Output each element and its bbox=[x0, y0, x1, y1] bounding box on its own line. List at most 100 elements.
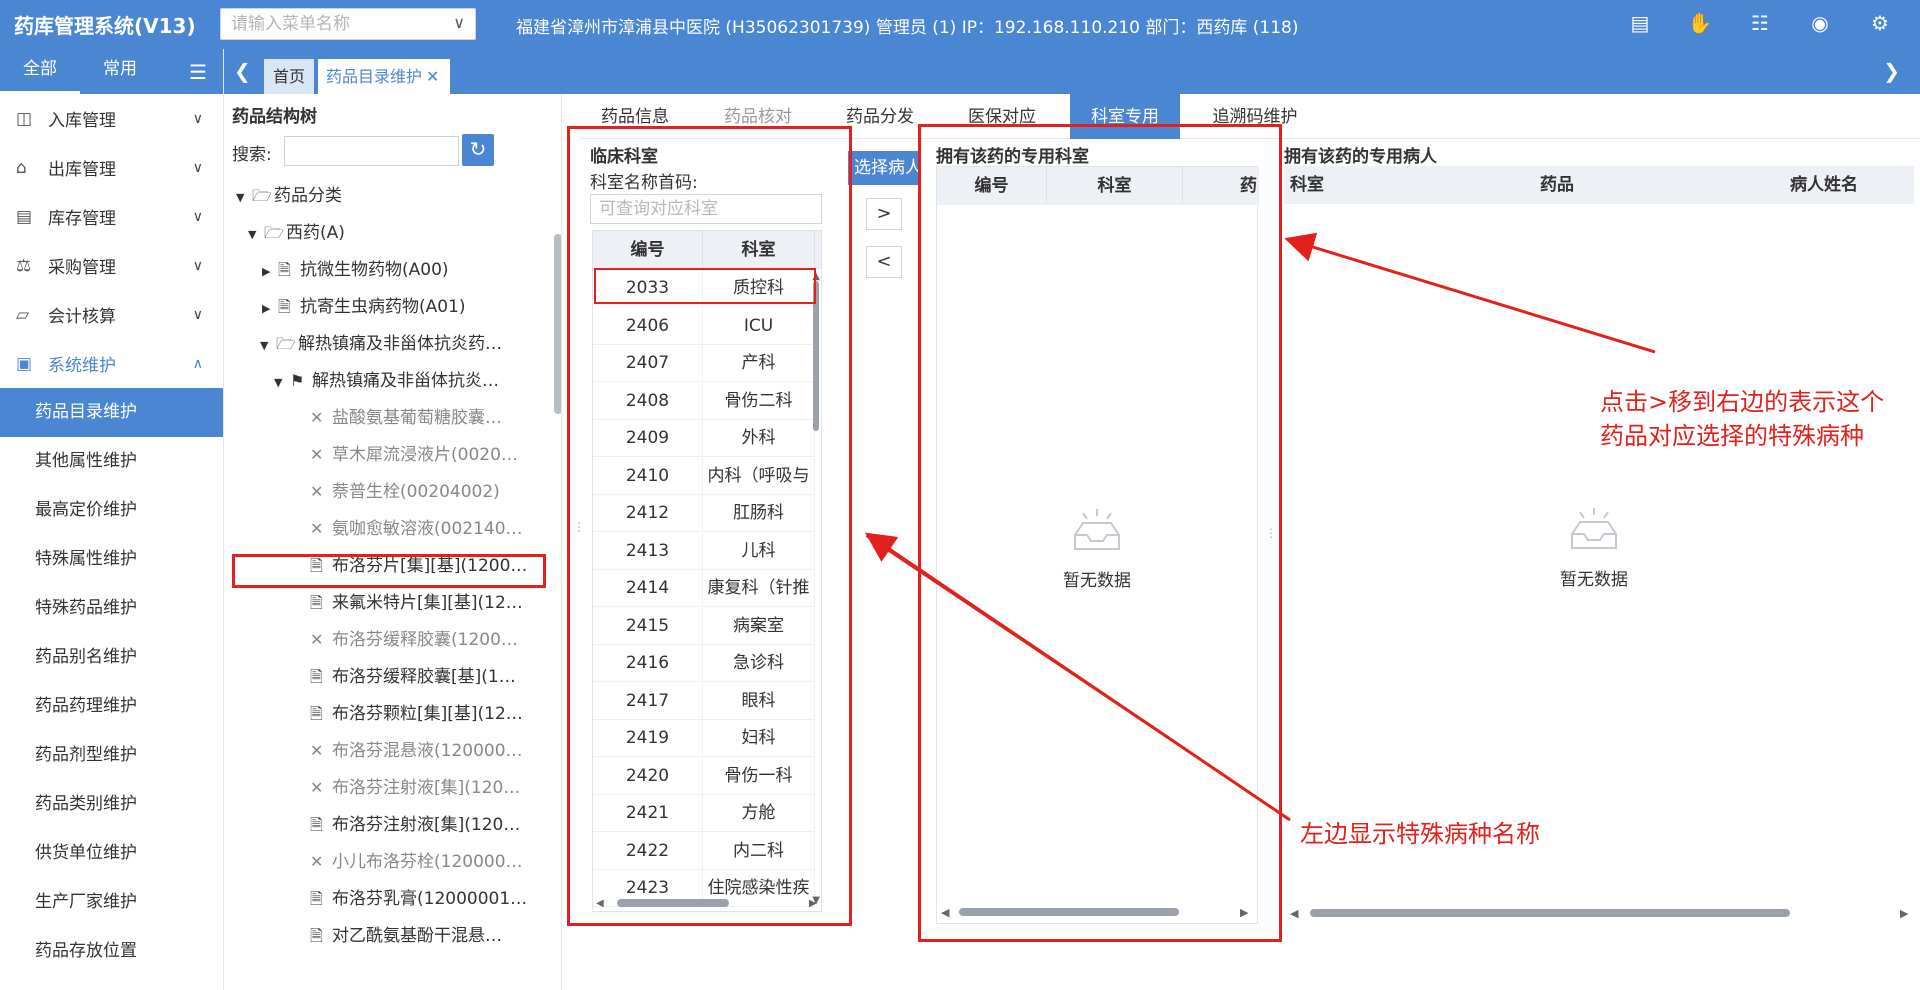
sidebar-group-system[interactable]: ▣ 系统维护 ∧ bbox=[0, 339, 223, 388]
table-header: 科室 药品 病人姓名 bbox=[1284, 166, 1914, 204]
tab-drug-catalog[interactable]: 药品目录维护 ✕ bbox=[318, 59, 450, 94]
sidebar-item-drug-alias[interactable]: 药品别名维护 bbox=[0, 633, 223, 682]
scroll-thumb[interactable] bbox=[554, 234, 561, 414]
chevron-down-icon[interactable]: ∨ bbox=[453, 13, 465, 32]
sidebar-item-max-price[interactable]: 最高定价维护 bbox=[0, 486, 223, 535]
sidebar: 全部 常用 ☰ ◫ 入库管理 ∨ ⌂ 出库管理 ∨ ▤ 库存管理 ∨ ⚖ 采购管… bbox=[0, 49, 224, 990]
close-icon[interactable]: ✕ bbox=[426, 67, 439, 86]
gear-icon[interactable]: ⚙ bbox=[1850, 11, 1910, 35]
file-icon: 🗎 bbox=[310, 667, 323, 686]
sidebar-item-special-attrs[interactable]: 特殊属性维护 bbox=[0, 535, 223, 584]
annotation-line: 点击>移到右边的表示这个 bbox=[1600, 388, 1885, 416]
empty-state: 暂无数据 bbox=[1534, 506, 1654, 590]
caret-right-icon[interactable]: ▶ bbox=[262, 254, 278, 290]
caret-down-icon[interactable]: ▼ bbox=[260, 328, 276, 364]
sidebar-item-pharmacology[interactable]: 药品药理维护 bbox=[0, 682, 223, 731]
sidebar-group-inbound[interactable]: ◫ 入库管理 ∨ bbox=[0, 94, 223, 143]
sidebar-group-inventory[interactable]: ▤ 库存管理 ∨ bbox=[0, 192, 223, 241]
column-header-dept[interactable]: 科室 bbox=[1290, 166, 1490, 204]
menu-search-input[interactable] bbox=[221, 9, 441, 39]
sidebar-item-drug-catalog[interactable]: 药品目录维护 bbox=[0, 388, 223, 437]
tree-node[interactable]: ✕ 草木犀流浸液片(0020… bbox=[310, 437, 518, 473]
cashier-icon[interactable]: ▤ bbox=[1610, 11, 1670, 35]
sidebar-group-accounting[interactable]: ▱ 会计核算 ∨ bbox=[0, 290, 223, 339]
disabled-x-icon: ✕ bbox=[310, 408, 324, 427]
flag-icon: ⚑ bbox=[290, 371, 305, 390]
chevron-left-icon[interactable]: ❮ bbox=[234, 59, 251, 83]
chevron-right-icon[interactable]: ❯ bbox=[1883, 59, 1900, 83]
tree-node[interactable]: ▶ 🗎 抗微生物药物(A00) bbox=[262, 252, 449, 288]
sidebar-item-manufacturer[interactable]: 生产厂家维护 bbox=[0, 878, 223, 927]
sidebar-item-storage-location[interactable]: 药品存放位置 bbox=[0, 927, 223, 976]
sidebar-group-purchase[interactable]: ⚖ 采购管理 ∨ bbox=[0, 241, 223, 290]
document-icon[interactable]: ☷ bbox=[1730, 11, 1790, 35]
tree-node[interactable]: ✕ 萘普生栓(00204002) bbox=[310, 474, 500, 510]
caret-right-icon[interactable]: ▶ bbox=[262, 291, 278, 327]
patient-panel: 拥有该药的专用病人 科室 药品 病人姓名 暂无数据 ◀ ▶ bbox=[1282, 140, 1920, 930]
scroll-right-icon[interactable]: ▶ bbox=[1900, 907, 1908, 920]
scroll-thumb[interactable] bbox=[1310, 909, 1790, 917]
tab-all[interactable]: 全部 bbox=[0, 49, 80, 94]
tree-node[interactable]: 🗎 对乙酰氨基酚干混悬… bbox=[310, 918, 502, 954]
tree-node[interactable]: ✕ 布洛芬缓释胶囊(1200… bbox=[310, 622, 518, 658]
tree-node[interactable]: ✕ 布洛芬注射液[集](120… bbox=[310, 770, 520, 806]
sidebar-group-label: 库存管理 bbox=[48, 209, 116, 229]
caret-down-icon[interactable]: ▼ bbox=[274, 365, 290, 401]
sidebar-group-outbound[interactable]: ⌂ 出库管理 ∨ bbox=[0, 143, 223, 192]
refresh-icon[interactable]: ↻ bbox=[462, 134, 494, 166]
folder-open-icon: 🗁 bbox=[264, 223, 284, 242]
tree-node[interactable]: ▼ ⚑ 解热镇痛及非甾体抗炎… bbox=[274, 363, 499, 399]
tree-search-input[interactable] bbox=[284, 136, 459, 166]
caret-down-icon[interactable]: ▼ bbox=[236, 180, 252, 216]
annotation-note-right: 点击>移到右边的表示这个 药品对应选择的特殊病种 bbox=[1600, 386, 1884, 453]
move-left-button[interactable]: < bbox=[866, 246, 902, 278]
inventory-icon: ▤ bbox=[16, 206, 33, 227]
tree-node[interactable]: 🗎 布洛芬缓释胶囊[基](1… bbox=[310, 659, 516, 695]
sidebar-item-drug-category[interactable]: 药品类别维护 bbox=[0, 780, 223, 829]
disabled-x-icon: ✕ bbox=[310, 630, 324, 649]
select-patient-button[interactable]: 选择病人 bbox=[848, 151, 920, 185]
tree-node[interactable]: 🗎 来氟米特片[集][基](12… bbox=[310, 585, 523, 621]
chevron-down-icon: ∨ bbox=[192, 208, 203, 225]
hand-icon[interactable]: ✋ bbox=[1670, 11, 1730, 35]
file-icon: 🗎 bbox=[278, 260, 291, 279]
tree-node[interactable]: ▼ 🗁 药品分类 bbox=[236, 178, 342, 214]
menu-toggle-icon[interactable]: ☰ bbox=[189, 60, 207, 84]
patient-table-hscroll[interactable] bbox=[1306, 908, 1896, 918]
column-header-drug[interactable]: 药品 bbox=[1540, 166, 1740, 204]
tree-scrollbar[interactable] bbox=[554, 154, 561, 974]
sidebar-item-supplier[interactable]: 供货单位维护 bbox=[0, 829, 223, 878]
file-icon: 🗎 bbox=[278, 297, 291, 316]
tree-node[interactable]: ✕ 布洛芬混悬液(120000… bbox=[310, 733, 523, 769]
move-right-button[interactable]: > bbox=[866, 198, 902, 230]
sidebar-group-label: 会计核算 bbox=[48, 307, 116, 327]
sidebar-item-special-drugs[interactable]: 特殊药品维护 bbox=[0, 584, 223, 633]
column-header-patient-name[interactable]: 病人姓名 bbox=[1790, 166, 1910, 204]
empty-tray-icon bbox=[1571, 508, 1617, 549]
tree-node[interactable]: 🗎 布洛芬乳膏(12000001… bbox=[310, 881, 527, 917]
tree-node[interactable]: ✕ 氨咖愈敏溶液(002140… bbox=[310, 511, 523, 547]
chevron-down-icon: ∨ bbox=[192, 306, 203, 323]
caret-down-icon[interactable]: ▼ bbox=[248, 217, 264, 253]
file-icon: 🗎 bbox=[310, 926, 323, 945]
header-toolbar: ▤ ✋ ☷ ◉ ⚙ bbox=[1610, 11, 1910, 35]
scroll-left-icon[interactable]: ◀ bbox=[1290, 907, 1298, 920]
tree-node[interactable]: 🗎 布洛芬颗粒[集][基](12… bbox=[310, 696, 523, 732]
tab-home[interactable]: 首页 bbox=[264, 59, 314, 94]
chevron-down-icon: ∨ bbox=[192, 159, 203, 176]
tree-node[interactable]: ✕ 小儿布洛芬栓(120000… bbox=[310, 844, 523, 880]
menu-search[interactable]: ∨ bbox=[220, 8, 476, 40]
tree-node[interactable]: ▼ 🗁 解热镇痛及非甾体抗炎药… bbox=[260, 326, 502, 362]
eye-icon[interactable]: ◉ bbox=[1790, 11, 1850, 35]
tree-node[interactable]: ✕ 盐酸氨基葡萄糖胶囊… bbox=[310, 400, 502, 436]
tree-node[interactable]: 🗎 布洛芬注射液[集](120… bbox=[310, 807, 520, 843]
annotation-box-clinic-row bbox=[594, 268, 816, 304]
drug-tree-panel: 药品结构树 搜索: ↻ ▼ 🗁 药品分类 ▼ 🗁 西药(A) ▶ 🗎 抗微生物药物(A00)… bbox=[224, 94, 562, 990]
tab-common[interactable]: 常用 bbox=[80, 49, 160, 94]
disabled-x-icon: ✕ bbox=[310, 741, 324, 760]
tree-node[interactable]: ▼ 🗁 西药(A) bbox=[248, 215, 345, 251]
tree-node[interactable]: ▶ 🗎 抗寄生虫病药物(A01) bbox=[262, 289, 466, 325]
chevron-up-icon: ∧ bbox=[192, 355, 203, 372]
sidebar-item-dosage-form[interactable]: 药品剂型维护 bbox=[0, 731, 223, 780]
sidebar-item-other-attrs[interactable]: 其他属性维护 bbox=[0, 437, 223, 486]
